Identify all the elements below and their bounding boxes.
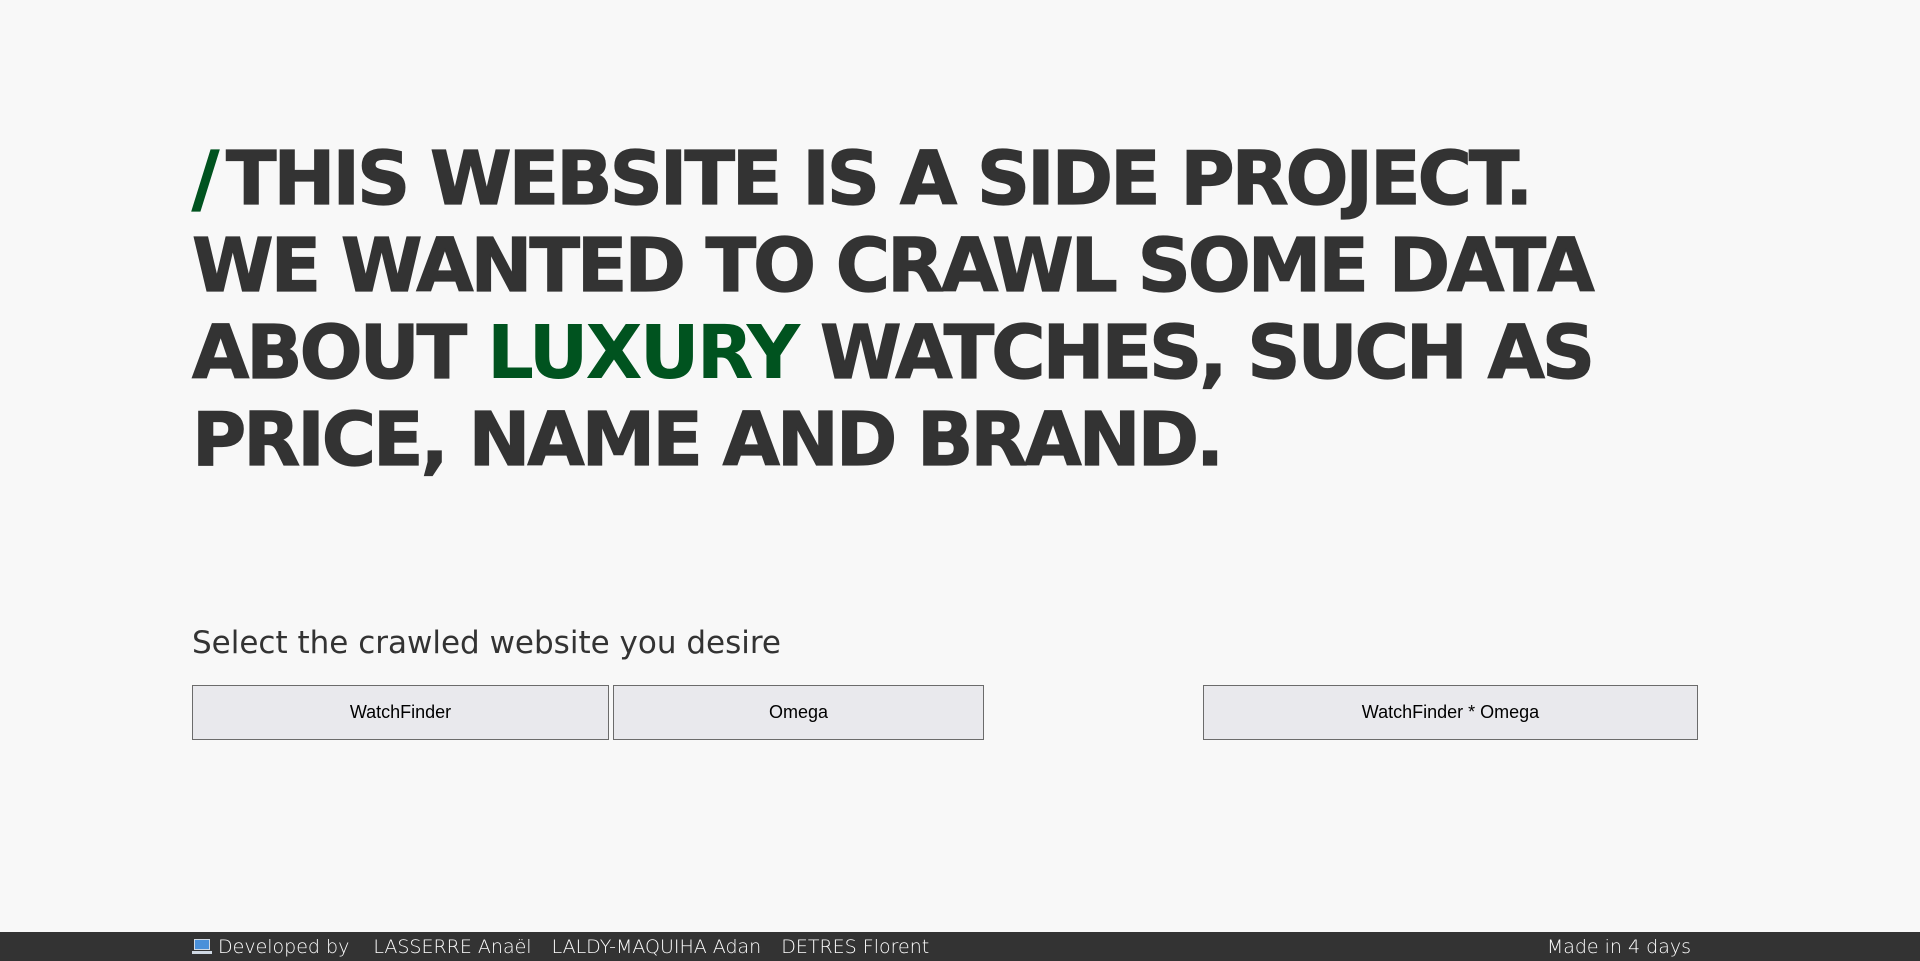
hero-heading: / THIS WEBSITE IS A SIDE PROJECT. WE WANT… xyxy=(191,135,1752,484)
hero-slash: / xyxy=(191,135,219,222)
hero-line-3-before: ABOUT xyxy=(191,309,467,396)
hero-accent-word: LUXURY xyxy=(486,309,800,396)
hero-line-1: / THIS WEBSITE IS A SIDE PROJECT. xyxy=(191,135,1752,223)
laptop-icon xyxy=(192,938,212,955)
hero-line-2: WE WANTED TO CRAWL SOME DATA xyxy=(191,222,1595,309)
author-name: LASSERRE Anaël xyxy=(373,935,532,958)
select-title: Select the crawled website you desire xyxy=(192,625,781,661)
hero-line-1-text: THIS WEBSITE IS A SIDE PROJECT. xyxy=(225,135,1533,222)
author-name: LALDY-MAQUIHA Adan xyxy=(551,935,762,958)
hero-line-3: ABOUT LUXURY WATCHES, SUCH AS xyxy=(191,309,1752,397)
page: / THIS WEBSITE IS A SIDE PROJECT. WE WANT… xyxy=(0,0,1920,961)
hero-line-3-after: WATCHES, SUCH AS xyxy=(819,309,1595,396)
hero-line-4: PRICE, NAME AND BRAND. xyxy=(191,396,1224,483)
footer: Developed by LASSERRE Anaël LALDY-MAQUIH… xyxy=(0,932,1920,961)
footer-credits: Developed by LASSERRE Anaël LALDY-MAQUIH… xyxy=(192,932,949,961)
omega-button[interactable]: Omega xyxy=(613,685,984,740)
watchfinder-button[interactable]: WatchFinder xyxy=(192,685,609,740)
developed-by-label: Developed by xyxy=(218,935,350,958)
author-name: DETRES Florent xyxy=(781,935,930,958)
made-in-label: Made in 4 days xyxy=(1546,935,1691,958)
watchfinder-omega-button[interactable]: WatchFinder * Omega xyxy=(1203,685,1698,740)
